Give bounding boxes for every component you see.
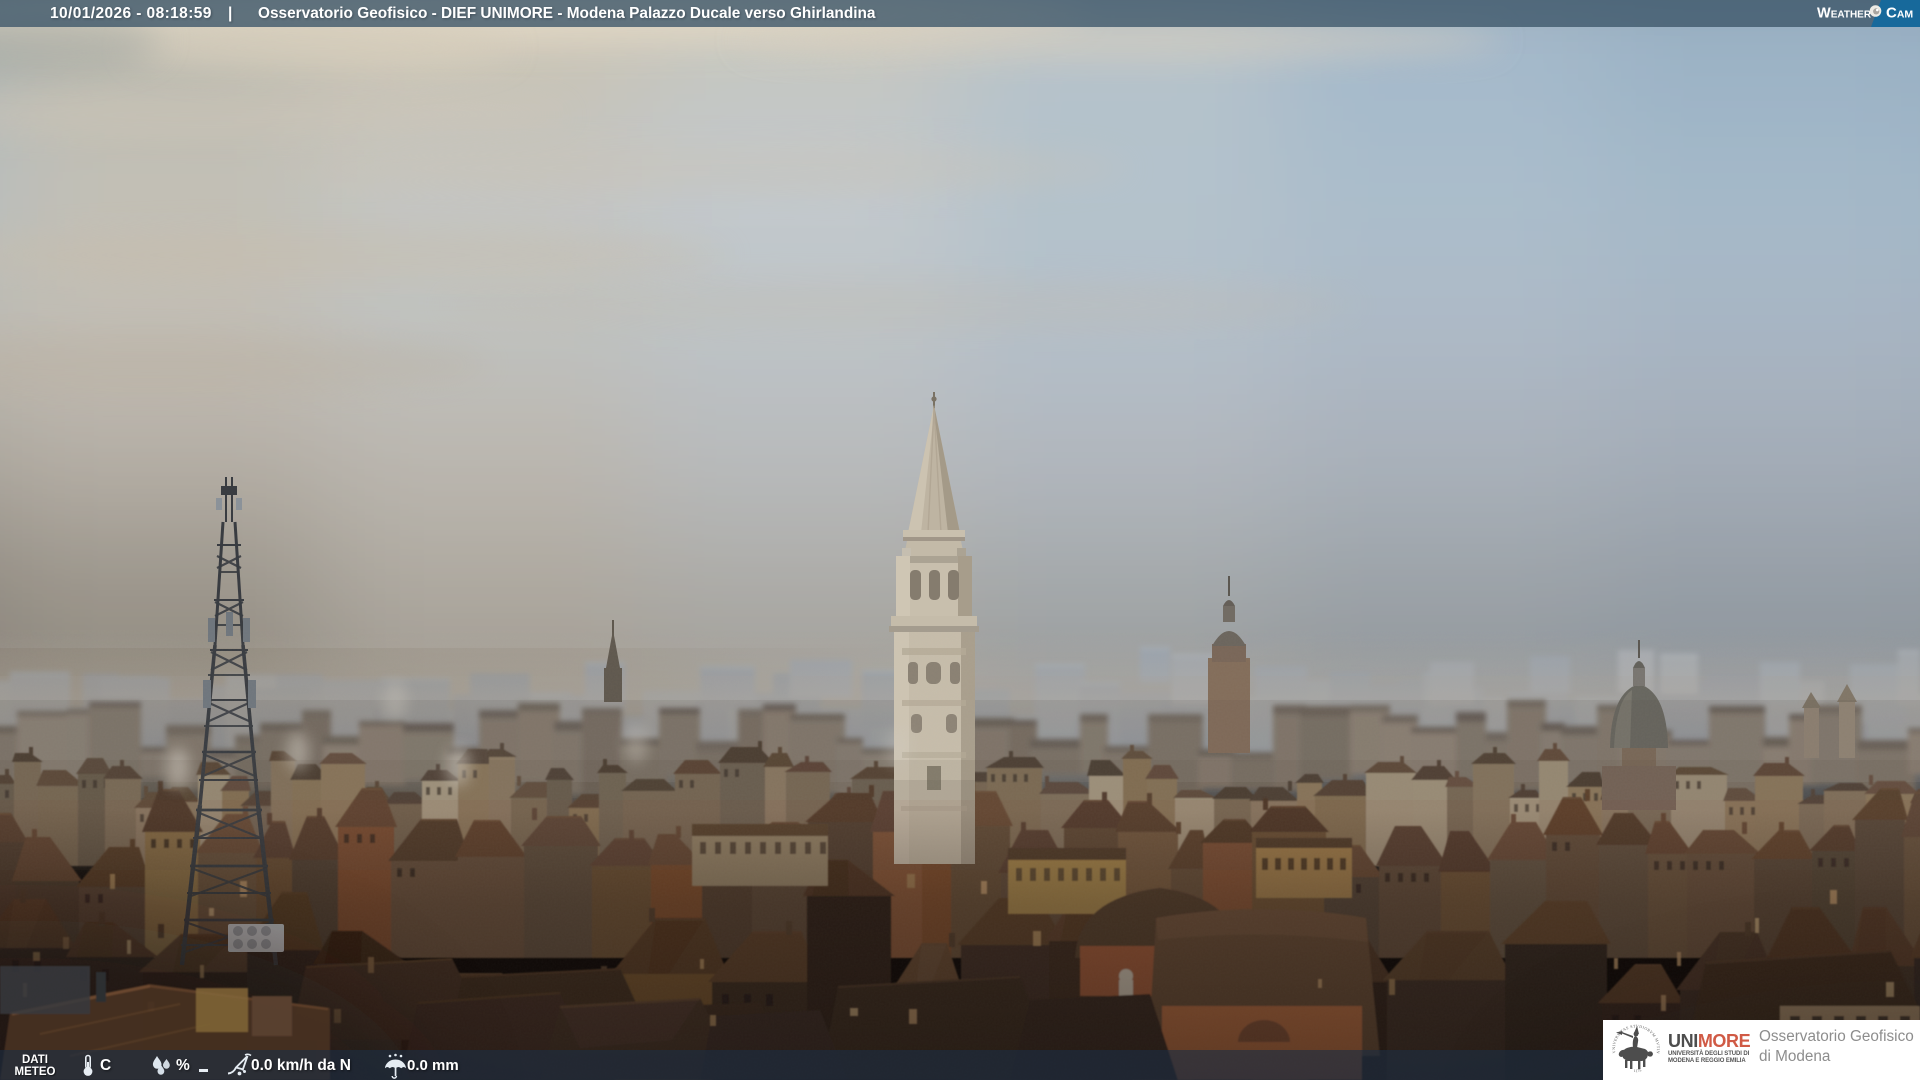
svg-text:1175: 1175 (1634, 1067, 1642, 1073)
svg-text:WEATHER: WEATHER (1817, 6, 1872, 22)
